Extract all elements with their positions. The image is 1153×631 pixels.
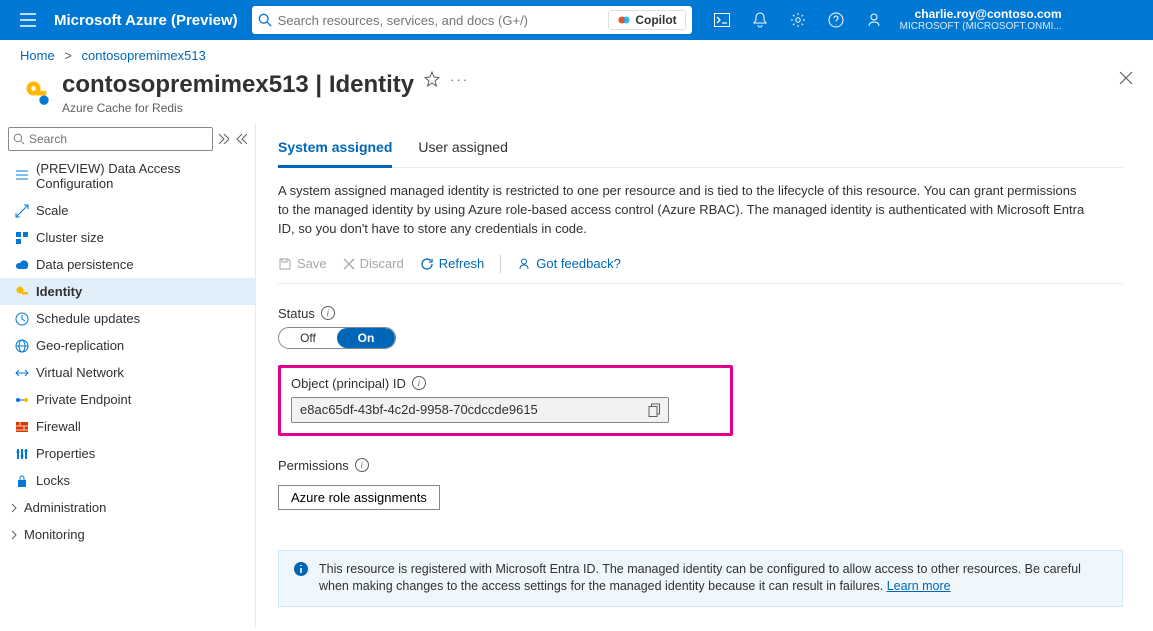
learn-more-link[interactable]: Learn more bbox=[887, 579, 951, 593]
firewall-icon bbox=[14, 419, 30, 435]
info-icon[interactable]: i bbox=[412, 376, 426, 390]
vnet-icon bbox=[14, 365, 30, 381]
sidebar-item-geo[interactable]: Geo-replication bbox=[0, 332, 255, 359]
sidebar-item-data-access[interactable]: (PREVIEW) Data Access Configuration bbox=[0, 155, 255, 197]
sidebar-list[interactable]: (PREVIEW) Data Access Configuration Scal… bbox=[0, 155, 255, 628]
role-assignments-button[interactable]: Azure role assignments bbox=[278, 485, 440, 510]
tab-system-assigned[interactable]: System assigned bbox=[278, 133, 392, 168]
permissions-field: Permissions i Azure role assignments bbox=[278, 458, 1123, 510]
copy-button[interactable] bbox=[640, 403, 668, 417]
info-text: This resource is registered with Microso… bbox=[319, 561, 1108, 596]
sidebar-item-vnet[interactable]: Virtual Network bbox=[0, 359, 255, 386]
global-search-input[interactable] bbox=[278, 13, 609, 28]
notifications-icon[interactable] bbox=[742, 0, 778, 40]
info-icon[interactable]: i bbox=[355, 458, 369, 472]
help-icon[interactable] bbox=[818, 0, 854, 40]
sidebar-item-cluster[interactable]: Cluster size bbox=[0, 224, 255, 251]
sidebar-search[interactable] bbox=[8, 127, 213, 151]
scale-icon bbox=[14, 203, 30, 219]
search-icon bbox=[258, 13, 272, 27]
object-id-highlight: Object (principal) ID i e8ac65df-43bf-4c2… bbox=[278, 365, 733, 436]
page-header: contosopremimex513 | Identity Azure Cach… bbox=[0, 71, 1153, 123]
save-button[interactable]: Save bbox=[278, 256, 327, 271]
status-field: Statusi Off On bbox=[278, 306, 1123, 349]
breadcrumb-home[interactable]: Home bbox=[20, 48, 55, 63]
brand-label[interactable]: Microsoft Azure (Preview) bbox=[48, 12, 252, 29]
sidebar-item-schedule[interactable]: Schedule updates bbox=[0, 305, 255, 332]
page-title: contosopremimex513 | Identity bbox=[62, 71, 414, 99]
sidebar-item-endpoint[interactable]: Private Endpoint bbox=[0, 386, 255, 413]
expand-icon[interactable] bbox=[219, 134, 229, 144]
breadcrumb-sep: > bbox=[58, 48, 78, 63]
object-id-field: e8ac65df-43bf-4c2d-9958-70cdccde9615 bbox=[291, 397, 669, 423]
sidebar-item-scale[interactable]: Scale bbox=[0, 197, 255, 224]
tabs: System assigned User assigned bbox=[278, 133, 1123, 168]
chevron-right-icon bbox=[10, 530, 18, 540]
sidebar-search-input[interactable] bbox=[29, 132, 208, 146]
sidebar-group-monitoring[interactable]: Monitoring bbox=[0, 521, 255, 548]
object-id-value: e8ac65df-43bf-4c2d-9958-70cdccde9615 bbox=[292, 402, 640, 417]
object-id-label: Object (principal) ID bbox=[291, 376, 406, 391]
top-bar: Microsoft Azure (Preview) Copilot charli… bbox=[0, 0, 1153, 40]
account-block[interactable]: charlie.roy@contoso.com MICROSOFT (MICRO… bbox=[900, 8, 1072, 32]
page-subtitle: Azure Cache for Redis bbox=[62, 101, 414, 115]
close-button[interactable] bbox=[1119, 71, 1133, 85]
breadcrumb-resource[interactable]: contosopremimex513 bbox=[82, 48, 206, 63]
menu-icon[interactable] bbox=[8, 0, 48, 40]
sidebar-item-locks[interactable]: Locks bbox=[0, 467, 255, 494]
cloudshell-icon[interactable] bbox=[704, 0, 740, 40]
pin-icon[interactable] bbox=[424, 71, 440, 87]
collapse-icon[interactable] bbox=[235, 134, 247, 144]
status-label: Status bbox=[278, 306, 315, 321]
chevron-right-icon bbox=[10, 503, 18, 513]
breadcrumb: Home > contosopremimex513 bbox=[0, 40, 1153, 71]
sidebar-item-properties[interactable]: Properties bbox=[0, 440, 255, 467]
sidebar-item-identity[interactable]: Identity bbox=[0, 278, 255, 305]
sidebar-item-firewall[interactable]: Firewall bbox=[0, 413, 255, 440]
account-email: charlie.roy@contoso.com bbox=[900, 8, 1062, 21]
info-icon bbox=[293, 561, 309, 596]
sidebar-group-administration[interactable]: Administration bbox=[0, 494, 255, 521]
more-icon[interactable]: ··· bbox=[450, 72, 469, 87]
status-toggle[interactable]: Off On bbox=[278, 327, 396, 349]
tab-user-assigned[interactable]: User assigned bbox=[418, 133, 508, 167]
cloud-icon bbox=[14, 257, 30, 273]
global-search[interactable]: Copilot bbox=[252, 6, 692, 34]
discard-button[interactable]: Discard bbox=[343, 256, 404, 271]
settings-icon[interactable] bbox=[780, 0, 816, 40]
status-off[interactable]: Off bbox=[279, 328, 337, 348]
permissions-label: Permissions bbox=[278, 458, 349, 473]
top-icons bbox=[704, 0, 892, 40]
refresh-button[interactable]: Refresh bbox=[420, 256, 485, 271]
status-on[interactable]: On bbox=[337, 328, 395, 348]
info-icon[interactable]: i bbox=[321, 306, 335, 320]
feedback-icon[interactable] bbox=[856, 0, 892, 40]
feedback-button[interactable]: Got feedback? bbox=[517, 256, 621, 271]
account-tenant: MICROSOFT (MICROSOFT.ONMI... bbox=[900, 21, 1062, 32]
globe-icon bbox=[14, 338, 30, 354]
key-icon bbox=[14, 284, 30, 300]
copilot-button[interactable]: Copilot bbox=[608, 10, 685, 30]
endpoint-icon bbox=[14, 392, 30, 408]
list-icon bbox=[14, 168, 30, 184]
clock-icon bbox=[14, 311, 30, 327]
description-text: A system assigned managed identity is re… bbox=[278, 182, 1088, 239]
resource-icon bbox=[20, 75, 54, 109]
content-toolbar: Save Discard Refresh Got feedback? bbox=[278, 249, 1123, 284]
cluster-icon bbox=[14, 230, 30, 246]
lock-icon bbox=[14, 473, 30, 489]
toolbar-divider bbox=[500, 255, 501, 273]
info-banner: This resource is registered with Microso… bbox=[278, 550, 1123, 607]
sidebar-item-persistence[interactable]: Data persistence bbox=[0, 251, 255, 278]
main-content: System assigned User assigned A system a… bbox=[256, 123, 1153, 628]
properties-icon bbox=[14, 446, 30, 462]
sidebar: (PREVIEW) Data Access Configuration Scal… bbox=[0, 123, 256, 628]
